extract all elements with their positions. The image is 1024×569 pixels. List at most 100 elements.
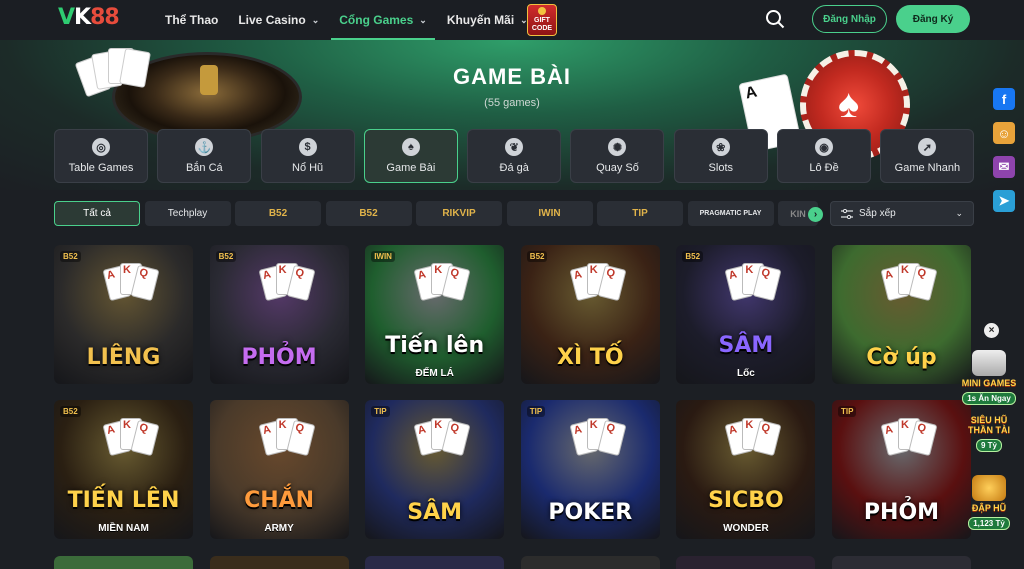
close-icon[interactable]: × (984, 323, 999, 338)
game-subtitle: Lốc (737, 368, 755, 379)
gift-code-button[interactable]: GIFT CODE (527, 4, 557, 36)
game-title: Tiến lên (385, 333, 485, 358)
chevron-down-icon: ⌄ (955, 208, 963, 218)
register-button[interactable]: Đăng Ký (896, 5, 970, 33)
game-title: SÂM (407, 500, 463, 525)
tab-category-8[interactable]: ➚ Game Nhanh (880, 129, 975, 183)
tab-category-1[interactable]: ⚓ Bắn Cá (157, 129, 252, 183)
game-title: POKER (548, 500, 633, 525)
provider-filter-item[interactable]: Tất cả (54, 201, 140, 226)
tab-category-label: Lô Đề (809, 162, 839, 174)
game-title: PHỎM (241, 345, 317, 370)
provider-filter: Tất cả Techplay B52 B52 RIKVIP IWIN TIP PRAGMAT… (54, 201, 823, 226)
game-title: SICBO (708, 488, 784, 513)
nav-item-label: Cổng Games (339, 13, 414, 27)
tab-category-3[interactable]: ♠ Game Bài (363, 129, 458, 183)
lottery-ticket-icon: ◉ (815, 138, 834, 156)
game-title: TIẾN LÊN (67, 488, 180, 513)
rooster-icon: ❦ (505, 138, 524, 156)
provider-filter-item[interactable]: B52 (325, 201, 412, 226)
game-tile[interactable]: A K Q IWIN Tiến lên ĐẾM LÁ (365, 245, 505, 384)
game-tile[interactable]: A K Q B52 SÂM Lốc (676, 245, 816, 384)
tab-category-0[interactable]: ◎ Table Games (54, 129, 148, 183)
game-count: (55 games) (484, 97, 540, 109)
tab-category-label: Quay Số (596, 162, 639, 174)
login-button[interactable]: Đăng Nhập (812, 5, 887, 33)
top-header: VK88 Thể Thao Live Casino ⌄ Cổng Games ⌄ Khuy… (0, 0, 1024, 40)
game-subtitle: MIỀN NAM (98, 523, 149, 534)
tab-category-4[interactable]: ❦ Đá gà (467, 129, 562, 183)
game-tile[interactable]: A K Q TIP SÂM (365, 400, 505, 539)
tab-category-2[interactable]: $ Nổ Hũ (260, 129, 355, 183)
rocket-icon: ➚ (918, 138, 937, 156)
main-nav: Thể Thao Live Casino ⌄ Cổng Games ⌄ Khuyến Mã… (165, 0, 548, 40)
nav-item-label: Thể Thao (165, 13, 219, 27)
game-tile[interactable]: A K Q Cờ úp (832, 245, 971, 384)
dice-icon (972, 350, 1006, 376)
telegram-icon[interactable]: ➤ (993, 190, 1015, 212)
provider-badge: B52 (526, 251, 548, 262)
game-title: PHỎM (863, 500, 940, 525)
tab-category-7[interactable]: ◉ Lô Đề (777, 129, 872, 183)
game-tile[interactable]: A K Q SICBO WONDER (676, 400, 816, 539)
provider-badge: TIP (526, 406, 546, 417)
provider-filter-item[interactable]: B52 (235, 201, 321, 226)
game-title: CHẮN (244, 488, 315, 513)
jackpot-pot-icon (972, 475, 1006, 501)
game-tile[interactable]: A K Q B52 LIÊNG (54, 245, 193, 384)
chevron-down-icon: ⌄ (419, 14, 427, 25)
nav-item-2[interactable]: Cổng Games ⌄ (331, 0, 435, 40)
social-links: f ☺ ✉ ➤ (993, 88, 1015, 224)
facebook-icon[interactable]: f (993, 88, 1015, 110)
provider-badge: B52 (60, 406, 81, 417)
game-tile[interactable]: A K Q B52 XÌ TỐ (520, 245, 660, 384)
filter-icon (841, 208, 853, 219)
dap-hu-promo[interactable]: ĐẬP HŨ 1,123 Tỷ (960, 475, 1018, 531)
game-title: Cờ úp (866, 345, 937, 370)
nav-item-0[interactable]: Thể Thao (165, 0, 218, 40)
tab-category-label: Bắn Cá (185, 162, 223, 174)
site-logo[interactable]: VK88 (58, 5, 120, 30)
provider-filter-item[interactable]: TIP (597, 201, 683, 226)
chip-icon: ◎ (92, 138, 110, 156)
game-title: LIÊNG (86, 345, 161, 370)
game-title: XÌ TỐ (557, 345, 624, 370)
tab-category-6[interactable]: ❀ Slots (673, 129, 768, 183)
messenger-icon[interactable]: ✉ (993, 156, 1015, 178)
provider-filter-item[interactable]: Techplay (144, 201, 231, 226)
game-tile[interactable]: A K Q CHẮN ARMY (209, 400, 349, 539)
tab-category-label: Nổ Hũ (292, 162, 324, 174)
provider-badge: TIP (838, 406, 857, 417)
game-subtitle: WONDER (723, 523, 769, 534)
nav-item-1[interactable]: Live Casino ⌄ (238, 0, 319, 40)
lottery-ball-icon: ✺ (608, 138, 627, 156)
nav-item-3[interactable]: Khuyến Mãi ⌄ (447, 0, 528, 40)
tab-category-label: Game Nhanh (894, 162, 961, 174)
game-tile[interactable]: A K Q TIP POKER (520, 400, 660, 539)
game-tile[interactable]: A K Q TIP PHỎM (832, 400, 971, 539)
game-subtitle: ARMY (264, 523, 294, 534)
sieu-hu-promo[interactable]: SIÊU HŨ THẦN TÀI 9 Tỷ (960, 415, 1018, 453)
mini-games-promo[interactable]: MINI GAMES 1s Ăn Ngay (960, 350, 1018, 406)
category-tabs: ◎ Table Games ⚓ Bắn Cá $ Nổ Hũ ♠ Game Bài ❦ Đá gà… (54, 129, 984, 183)
provider-badge: TIP (371, 406, 390, 417)
game-tile[interactable]: A K Q B52 TIẾN LÊN MIỀN NAM (54, 400, 193, 539)
tab-category-5[interactable]: ✺ Quay Số (570, 129, 665, 183)
chevron-down-icon: ⌄ (311, 14, 320, 25)
tab-category-label: Game Bài (386, 162, 436, 174)
provider-badge: B52 (682, 251, 704, 262)
game-title: SÂM (718, 333, 774, 358)
tab-category-label: Slots (708, 162, 734, 174)
provider-filter-item[interactable]: RIKVIP (416, 201, 502, 226)
support-icon[interactable]: ☺ (993, 122, 1015, 144)
fish-icon: ⚓ (195, 138, 214, 156)
nav-item-label: Khuyến Mãi (446, 13, 515, 27)
provider-filter-item[interactable]: PRAGMATIC PLAY (687, 201, 774, 226)
game-subtitle: ĐẾM LÁ (415, 368, 454, 379)
tab-category-label: Đá gà (499, 162, 529, 174)
search-icon[interactable] (765, 9, 785, 29)
provider-scroll-next-icon[interactable]: › (808, 207, 823, 222)
provider-filter-item[interactable]: IWIN (506, 201, 593, 226)
sort-dropdown[interactable]: Sắp xếp ⌄ (830, 201, 974, 226)
game-tile[interactable]: A K Q B52 PHỎM (209, 245, 349, 384)
